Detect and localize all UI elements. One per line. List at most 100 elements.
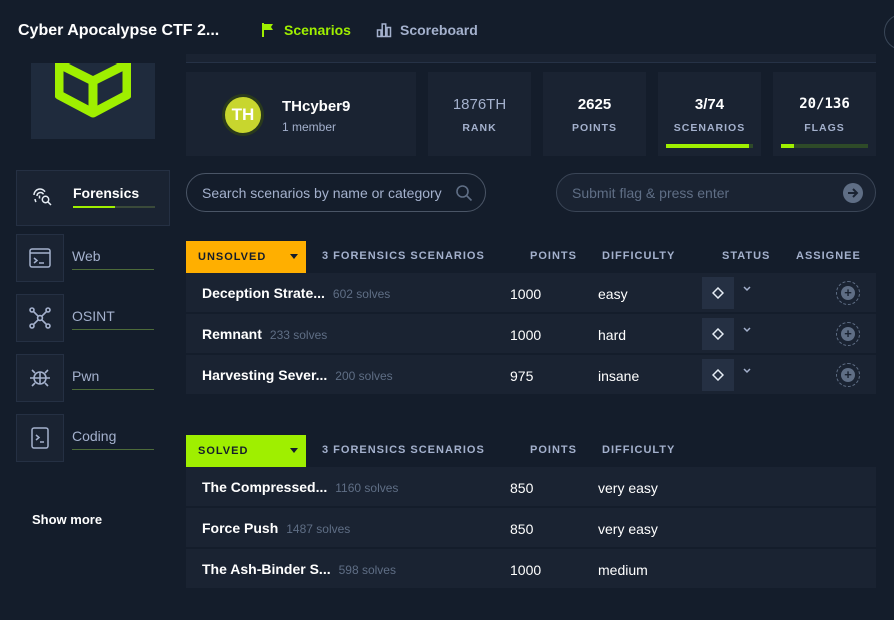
table-row[interactable]: Deception Strate... 602 solves 1000 easy … xyxy=(186,273,876,313)
scenario-difficulty: medium xyxy=(598,562,648,578)
team-name[interactable]: THcyber9 xyxy=(282,98,350,115)
flag-icon xyxy=(262,23,273,37)
scenarios-label: SCENARIOS xyxy=(673,122,746,134)
scenario-solves: 233 solves xyxy=(269,328,328,342)
show-more-button[interactable]: Show more xyxy=(32,512,102,527)
status-button[interactable] xyxy=(702,318,734,350)
column-difficulty[interactable]: DIFFICULTY xyxy=(602,444,675,456)
category-pwn[interactable]: Pwn xyxy=(16,354,170,410)
team-members: 1 member xyxy=(282,120,337,134)
assign-button[interactable]: + xyxy=(836,322,860,346)
unsolved-filter-dropdown[interactable]: UNSOLVED xyxy=(186,241,306,273)
cube-logo-icon xyxy=(55,63,131,118)
category-coding[interactable]: Coding xyxy=(16,414,170,470)
solved-filter-dropdown[interactable]: SOLVED xyxy=(186,435,306,467)
flags-label: FLAGS xyxy=(804,122,845,134)
solved-count-label: 3 FORENSICS SCENARIOS xyxy=(322,444,485,456)
search-field[interactable] xyxy=(186,173,486,212)
category-forensics[interactable]: Forensics xyxy=(16,170,170,226)
unsolved-filter-label: UNSOLVED xyxy=(198,251,267,263)
table-row[interactable]: Force Push 1487 solves 850 very easy xyxy=(186,508,876,548)
avatar[interactable]: TH xyxy=(222,94,264,136)
event-title[interactable]: Cyber Apocalypse CTF 2... xyxy=(18,22,219,40)
search-icon[interactable] xyxy=(455,184,473,202)
points-value: 2625 xyxy=(577,96,612,113)
nav-scenarios[interactable]: Scenarios xyxy=(260,22,351,38)
team-card: TH THcyber9 1 member xyxy=(186,72,416,156)
column-difficulty[interactable]: DIFFICULTY xyxy=(602,250,675,262)
scenario-difficulty: hard xyxy=(598,327,627,343)
table-row[interactable]: Harvesting Sever... 200 solves 975 insane… xyxy=(186,355,876,395)
column-assignee[interactable]: ASSIGNEE xyxy=(796,250,861,262)
rank-value: 1876TH xyxy=(452,96,507,113)
unsolved-table-header: UNSOLVED 3 FORENSICS SCENARIOS POINTS DI… xyxy=(186,241,876,273)
submit-arrow-icon[interactable] xyxy=(843,183,863,203)
flag-submit-field[interactable] xyxy=(556,173,876,212)
bug-icon xyxy=(16,354,64,402)
terminal-window-icon xyxy=(16,234,64,282)
scenario-solves: 1160 solves xyxy=(335,481,399,495)
scenario-difficulty: very easy xyxy=(598,480,658,496)
table-row[interactable]: The Compressed... 1160 solves 850 very ea… xyxy=(186,467,876,507)
chevron-down-icon[interactable] xyxy=(742,284,752,294)
scenario-solves: 1487 solves xyxy=(286,522,351,536)
bar-chart-icon xyxy=(376,23,392,38)
status-button[interactable] xyxy=(702,359,734,391)
scenario-name: Remnant 233 solves xyxy=(202,326,328,342)
chevron-down-icon[interactable] xyxy=(742,325,752,335)
category-logo xyxy=(31,63,155,139)
scenario-difficulty: easy xyxy=(598,286,628,302)
flag-input[interactable] xyxy=(572,174,842,211)
plus-icon: + xyxy=(841,368,855,382)
category-web-label: Web xyxy=(72,248,101,264)
scenario-points: 1000 xyxy=(510,286,542,302)
category-progress-bar xyxy=(72,389,154,390)
fingerprint-search-icon xyxy=(17,171,65,219)
category-pwn-label: Pwn xyxy=(72,368,100,384)
column-status[interactable]: STATUS xyxy=(722,250,770,262)
assign-button[interactable]: + xyxy=(836,281,860,305)
category-forensics-label: Forensics xyxy=(73,185,140,201)
search-input[interactable] xyxy=(202,174,452,211)
scenarios-progress-bar xyxy=(666,144,753,148)
table-row[interactable]: The Ash-Binder S... 598 solves 1000 mediu… xyxy=(186,549,876,589)
column-points[interactable]: POINTS xyxy=(530,250,577,262)
stat-scenarios: 3/74 SCENARIOS xyxy=(658,72,761,156)
nav-scoreboard[interactable]: Scoreboard xyxy=(376,22,478,38)
scenario-points: 975 xyxy=(510,368,534,384)
scenario-difficulty: very easy xyxy=(598,521,658,537)
flags-progress-bar xyxy=(781,144,868,148)
scenario-name: The Compressed... 1160 solves xyxy=(202,479,399,495)
category-progress-bar xyxy=(72,449,154,450)
scenario-solves: 200 solves xyxy=(335,369,393,383)
team-header-strip xyxy=(186,54,876,63)
scenario-solves: 598 solves xyxy=(338,563,396,577)
unsolved-count-label: 3 FORENSICS SCENARIOS xyxy=(322,250,485,262)
solved-table-header: SOLVED 3 FORENSICS SCENARIOS POINTS DIFF… xyxy=(186,435,876,467)
status-button[interactable] xyxy=(702,277,734,309)
category-web[interactable]: Web xyxy=(16,234,170,290)
chevron-down-icon[interactable] xyxy=(742,366,752,376)
scenario-name: Force Push 1487 solves xyxy=(202,520,351,536)
stat-points: 2625 POINTS xyxy=(543,72,646,156)
diamond-icon xyxy=(712,328,724,340)
scenario-points: 1000 xyxy=(510,327,542,343)
category-osint-label: OSINT xyxy=(72,308,115,324)
category-osint[interactable]: OSINT xyxy=(16,294,170,350)
flags-value: 20/136 xyxy=(799,96,850,112)
table-row[interactable]: Remnant 233 solves 1000 hard + xyxy=(186,314,876,354)
scenario-name: Harvesting Sever... 200 solves xyxy=(202,367,393,383)
chevron-down-icon xyxy=(290,448,298,453)
category-progress-bar xyxy=(73,206,155,208)
diamond-icon xyxy=(712,287,724,299)
column-points[interactable]: POINTS xyxy=(530,444,577,456)
plus-icon: + xyxy=(841,286,855,300)
stat-flags: 20/136 FLAGS xyxy=(773,72,876,156)
assign-button[interactable]: + xyxy=(836,363,860,387)
user-menu-button[interactable] xyxy=(884,14,894,50)
code-file-icon xyxy=(16,414,64,462)
nav-scenarios-label: Scenarios xyxy=(284,22,351,38)
scenario-difficulty: insane xyxy=(598,368,640,384)
scenario-points: 1000 xyxy=(510,562,542,578)
stat-rank: 1876TH RANK xyxy=(428,72,531,156)
